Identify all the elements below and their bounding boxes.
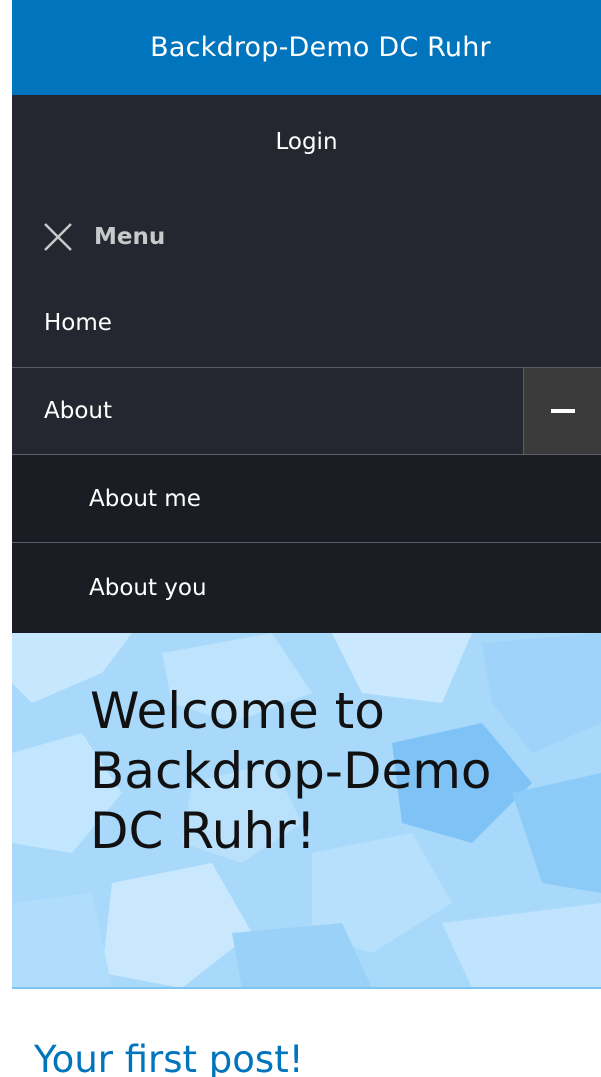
- page-title-line: Welcome to: [90, 682, 385, 740]
- about-submenu: About me About you: [12, 455, 601, 633]
- login-link[interactable]: Login: [12, 95, 601, 188]
- nav-item-about[interactable]: About: [12, 367, 601, 455]
- navigation-region: Login Menu Home About About me About you: [12, 95, 601, 633]
- nav-item-about-you[interactable]: About you: [12, 544, 601, 632]
- page: Backdrop-Demo DC Ruhr Login Menu Home Ab…: [0, 0, 601, 1077]
- nav-item-label: About me: [89, 485, 201, 512]
- left-gutter: [0, 0, 12, 1077]
- nav-item-label: About you: [89, 575, 207, 601]
- menu-toggle-button[interactable]: Menu: [42, 217, 165, 257]
- close-icon: [44, 223, 72, 251]
- hero-bottom-border: [12, 987, 601, 989]
- nav-item-home[interactable]: Home: [12, 279, 601, 367]
- nav-item-label: About: [44, 398, 113, 424]
- post-title-link[interactable]: Your first post!: [34, 1038, 304, 1077]
- site-name-link[interactable]: Backdrop-Demo DC Ruhr: [150, 32, 491, 63]
- nav-item-about-me[interactable]: About me: [12, 455, 601, 543]
- page-title-line: Backdrop-Demo: [90, 742, 492, 800]
- hero-banner: Welcome to Backdrop-Demo DC Ruhr!: [12, 633, 601, 988]
- menu-label: Menu: [94, 224, 166, 250]
- site-header: Backdrop-Demo DC Ruhr: [12, 0, 601, 95]
- page-title-line: DC Ruhr!: [90, 802, 316, 860]
- nav-item-label: Home: [44, 310, 112, 336]
- page-title: Welcome to Backdrop-Demo DC Ruhr!: [90, 681, 590, 861]
- minus-icon: [550, 409, 575, 413]
- submenu-collapse-button[interactable]: [523, 368, 601, 454]
